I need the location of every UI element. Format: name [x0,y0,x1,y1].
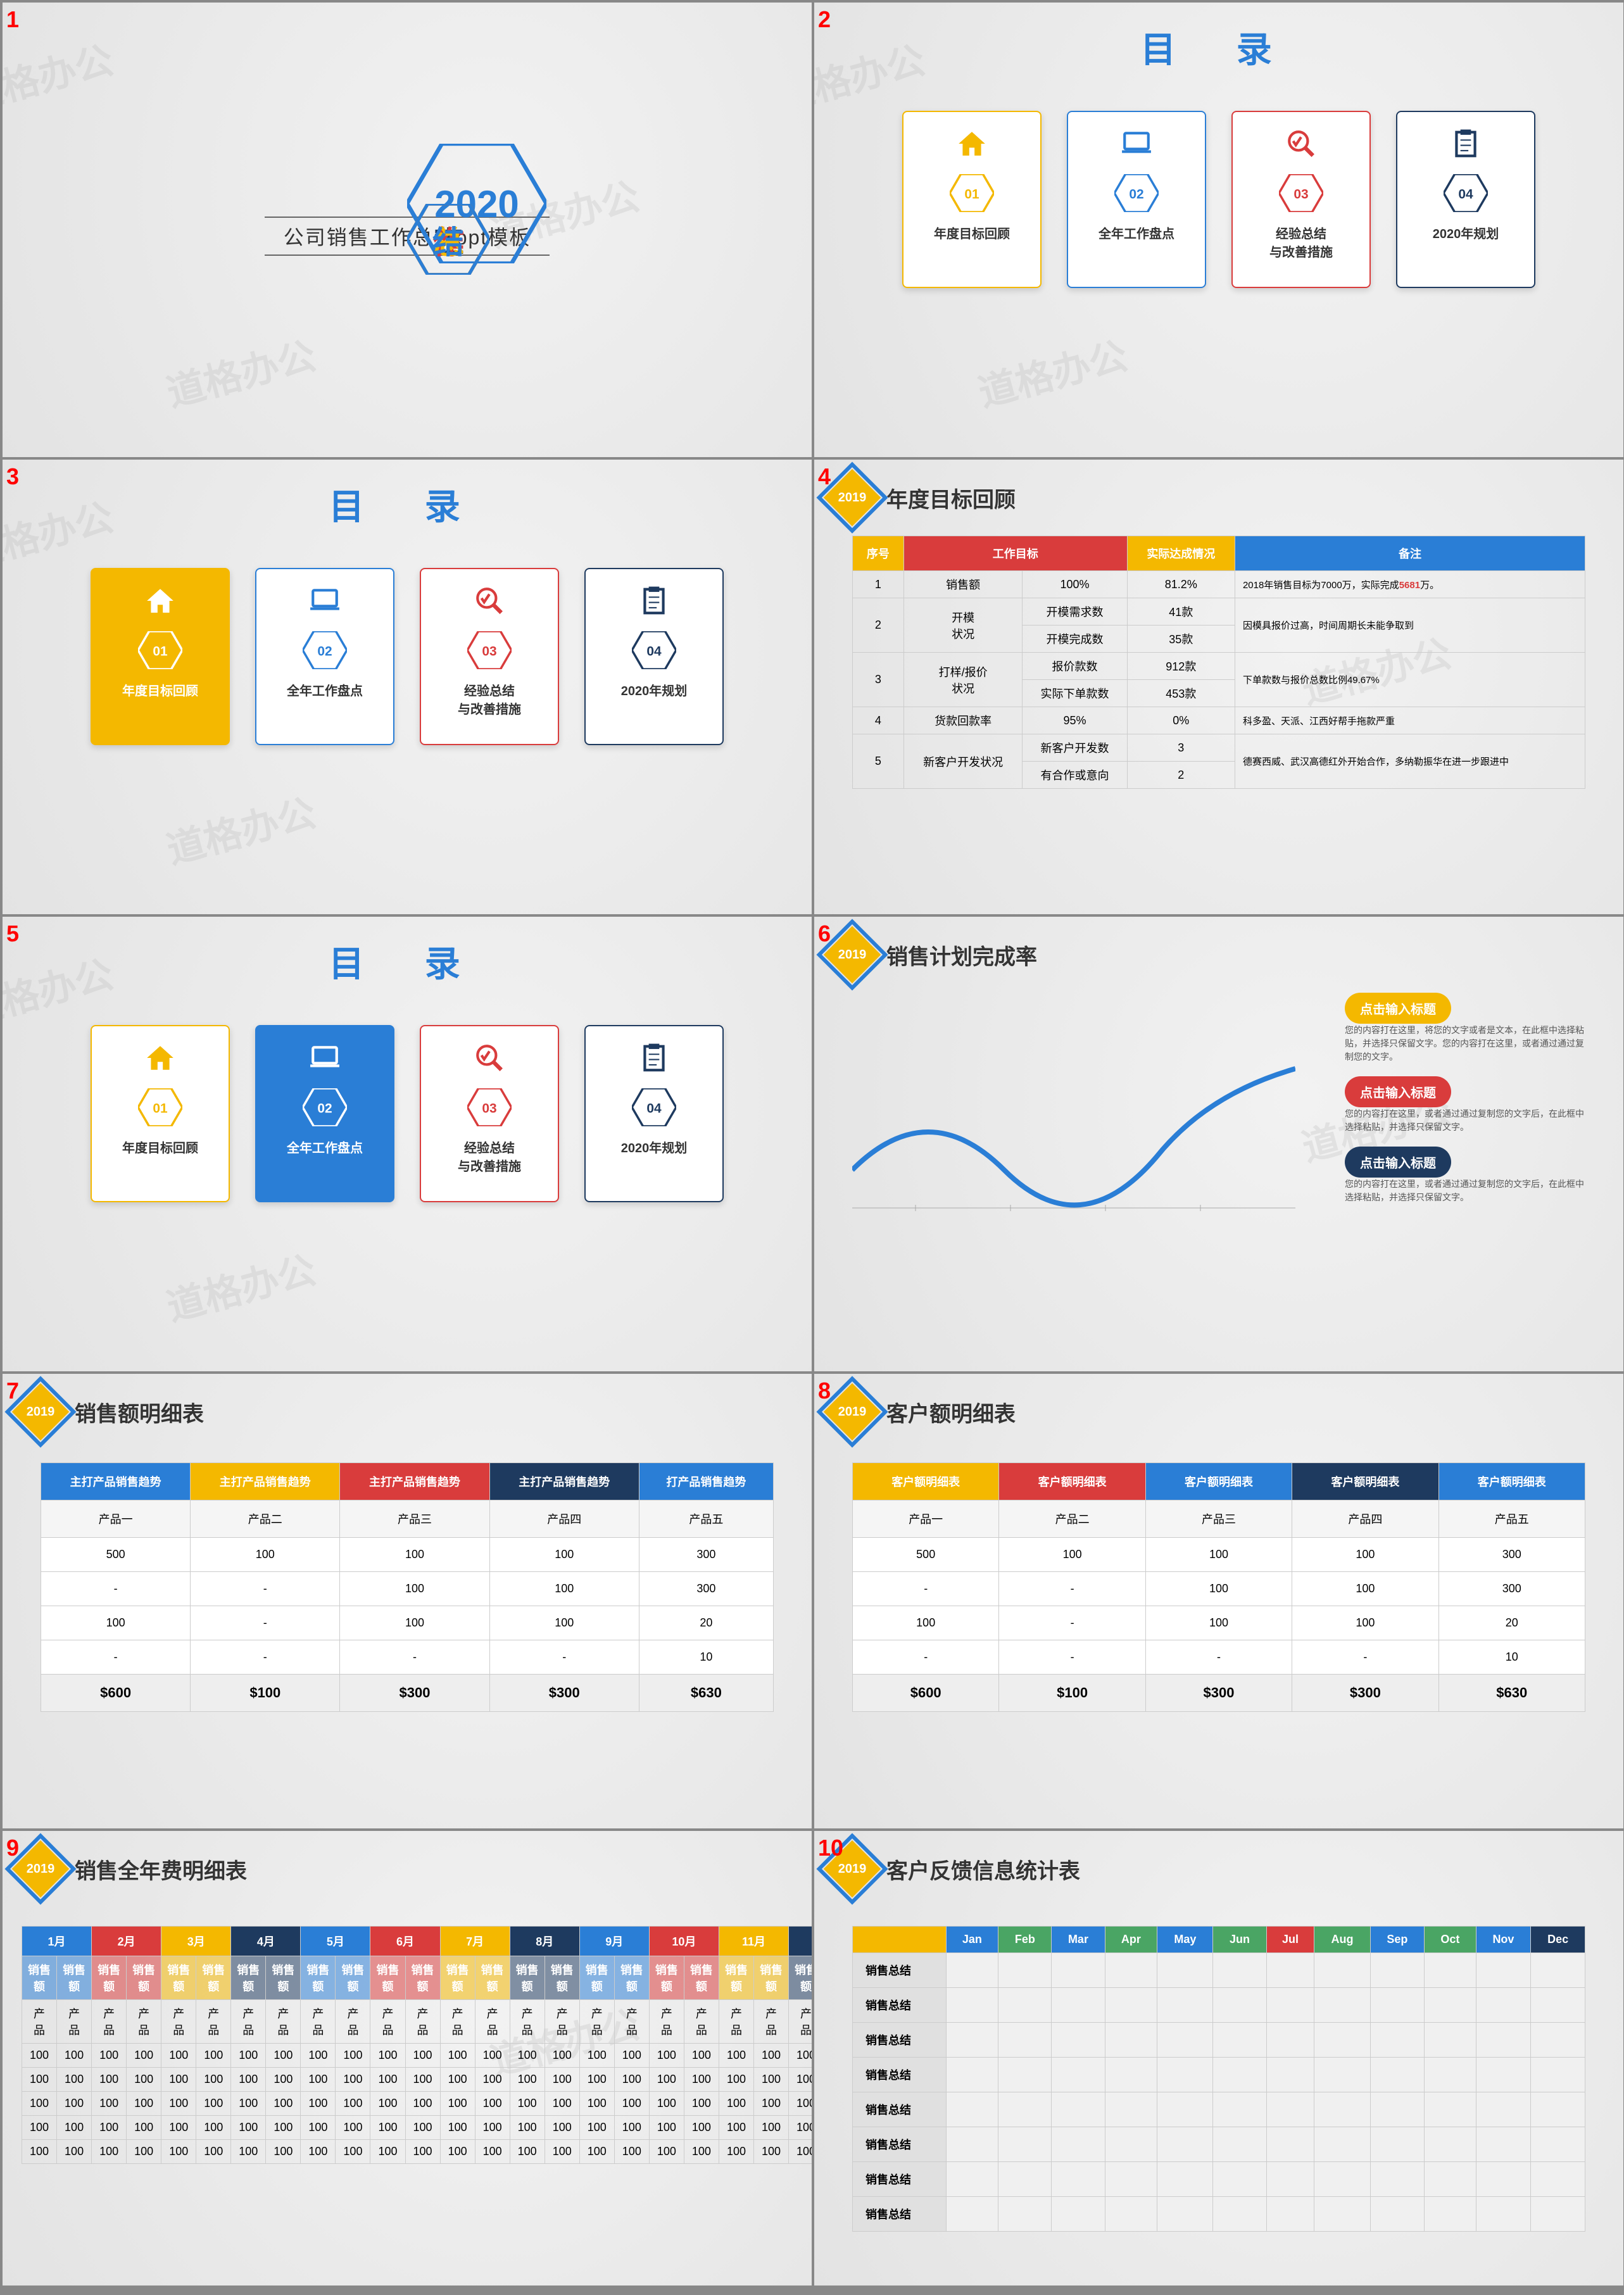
toc-card-04[interactable]: 04 2020年规划 [1396,111,1535,288]
slide-8: 8 道格办公 2019 客户额明细表 客户额明细表客户额明细表客户额明细表客户额… [814,1374,1623,1828]
svg-text:01: 01 [153,1101,168,1116]
svg-text:02: 02 [317,644,332,658]
toc-title: 目 录 [814,22,1623,73]
svg-text:04: 04 [1458,187,1473,201]
slide-1: 1 道格办公 道格办公 道格办公 2020 工作总结 公司销售工作总结ppt模板 [3,3,812,457]
toc-card-01[interactable]: 01 年度目标回顾 [91,568,230,745]
pill-button[interactable]: 点击输入标题 [1345,1076,1451,1107]
year-diamond: 2019 [827,472,878,523]
slide-grid: 1 道格办公 道格办公 道格办公 2020 工作总结 公司销售工作总结ppt模板… [0,0,1624,2288]
pill-button[interactable]: 点击输入标题 [1345,1147,1451,1178]
svg-text:02: 02 [317,1101,332,1116]
svg-text:02: 02 [1129,187,1143,201]
pill-button[interactable]: 点击输入标题 [1345,993,1451,1024]
toc-card-02[interactable]: 02 全年工作盘点 [255,568,394,745]
slide-title: 年度目标回顾 [886,482,1016,513]
feedback-stat-table: JanFebMarAprMayJunJulAugSepOctNovDec销售总结… [852,1926,1585,2232]
wave-chart [852,1043,1295,1233]
toc-card-03[interactable]: 03 经验总结 与改善措施 [420,1025,559,1202]
svg-text:04: 04 [646,1101,662,1116]
svg-text:01: 01 [153,644,168,658]
slide-7: 7 道格办公 2019 销售额明细表 主打产品销售趋势主打产品销售趋势主打产品销… [3,1374,812,1828]
svg-text:03: 03 [482,1101,496,1116]
slide-10: 10 道格办公 2019 客户反馈信息统计表 JanFebMarAprMayJu… [814,1831,1623,2286]
slide-number: 1 [6,6,19,33]
toc-card-03[interactable]: 03 经验总结 与改善措施 [1231,111,1371,288]
slide-4: 4 道格办公 2019 年度目标回顾 序号工作目标实际达成情况备注1销售额100… [814,460,1623,914]
svg-text:04: 04 [646,644,662,658]
slide-9: 9 道格办公 2019 销售全年费明细表 1月2月3月4月5月6月7月8月9月1… [3,1831,812,2286]
toc-card-02[interactable]: 02 全年工作盘点 [1067,111,1206,288]
svg-text:03: 03 [1294,187,1308,201]
svg-text:01: 01 [964,187,979,201]
slide-5: 5 道格办公 道格办公 目 录 01 年度目标回顾 02 全年工作盘点 03 经… [3,917,812,1371]
sales-detail-table: 主打产品销售趋势主打产品销售趋势主打产品销售趋势主打产品销售趋势打产品销售趋势产… [41,1462,774,1712]
toc-card-02[interactable]: 02 全年工作盘点 [255,1025,394,1202]
toc-card-04[interactable]: 04 2020年规划 [584,1025,724,1202]
customer-detail-table: 客户额明细表客户额明细表客户额明细表客户额明细表客户额明细表产品一产品二产品三产… [852,1462,1585,1712]
slide-6: 6 道格办公 2019 销售计划完成率 点击输入标题您的内容打在这里，将您的文字… [814,917,1623,1371]
svg-text:03: 03 [482,644,496,658]
toc-card-01[interactable]: 01 年度目标回顾 [91,1025,230,1202]
toc-card-01[interactable]: 01 年度目标回顾 [902,111,1042,288]
slide-2: 2 道格办公 道格办公 目 录 01 年度目标回顾 02 全年工作盘点 03 经… [814,3,1623,457]
toc-card-03[interactable]: 03 经验总结 与改善措施 [420,568,559,745]
slide-3: 3 道格办公 道格办公 目 录 01 年度目标回顾 02 全年工作盘点 03 经… [3,460,812,914]
goal-review-table: 序号工作目标实际达成情况备注1销售额100%81.2%2018年销售目标为700… [852,536,1585,789]
toc-card-04[interactable]: 04 2020年规划 [584,568,724,745]
annual-expense-table: 1月2月3月4月5月6月7月8月9月10月11月12月销售额销售额销售额销售额销… [22,1926,812,2164]
